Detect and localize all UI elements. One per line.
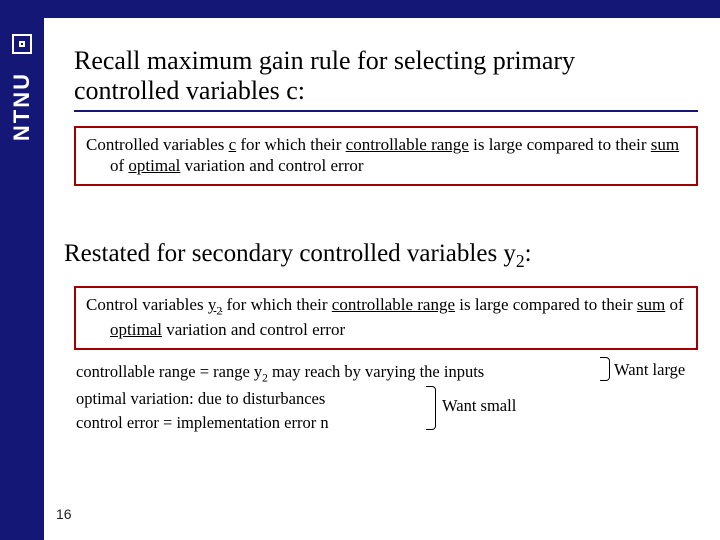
ntnu-logo-icon [12,34,32,54]
primary-rule-box: Controlled variables c for which their c… [74,126,698,187]
def-optimal-variation: optimal variation: due to disturbances [76,387,698,411]
title-line-2: controlled variables c: [74,76,305,105]
secondary-rule-box: Control variables y2 for which their con… [74,286,698,350]
underline-sum: sum [651,135,679,154]
text-fragment: of [665,295,683,314]
text-fragment: is large compared to their [455,295,637,314]
top-accent-bar [0,0,720,18]
text-fragment: Controlled variables [86,135,229,154]
bracket-icon [600,357,610,381]
text-fragment: may reach by varying the inputs [268,362,484,381]
definitions-block: controllable range = range y2 may reach … [74,360,698,435]
text-fragment: Restated for secondary controlled variab… [64,240,516,267]
text-fragment: controllable range = range y [76,362,262,381]
text-fragment: is large compared to their [469,135,651,154]
underline-optimal: optimal [110,320,162,339]
def-control-error: control error = implementation error n [76,411,698,435]
text-fragment: for which their [222,295,332,314]
subscript-2: 2 [516,251,525,271]
restated-heading: Restated for secondary controlled variab… [64,240,698,272]
title-line-1: Recall maximum gain rule for selecting p… [74,46,575,75]
text-fragment: variation and control error [180,156,363,175]
page-number: 16 [56,506,72,522]
slide-title: Recall maximum gain rule for selecting p… [74,46,698,112]
underline-c: c [229,135,237,154]
annotation-want-large: Want large [614,358,685,382]
underline-optimal: optimal [128,156,180,175]
logo-inner-icon [19,41,25,47]
annotation-want-small: Want small [442,394,516,418]
text-fragment: Control variables [86,295,208,314]
text-fragment: variation and control error [162,320,345,339]
underline-controllable-range: controllable range [332,295,455,314]
underline-controllable-range: controllable range [346,135,469,154]
brand-text: NTNU [9,72,35,141]
slide-content: Recall maximum gain rule for selecting p… [44,18,720,540]
underline-sum: sum [637,295,665,314]
secondary-rule-text: Control variables y2 for which their con… [86,294,686,340]
text-fragment: of [110,156,128,175]
sidebar: NTNU [0,0,44,540]
primary-rule-text: Controlled variables c for which their c… [86,134,686,177]
underline-y2: y2 [208,295,222,314]
text-fragment: : [525,240,532,267]
bracket-icon [426,386,436,430]
text-fragment: for which their [236,135,346,154]
